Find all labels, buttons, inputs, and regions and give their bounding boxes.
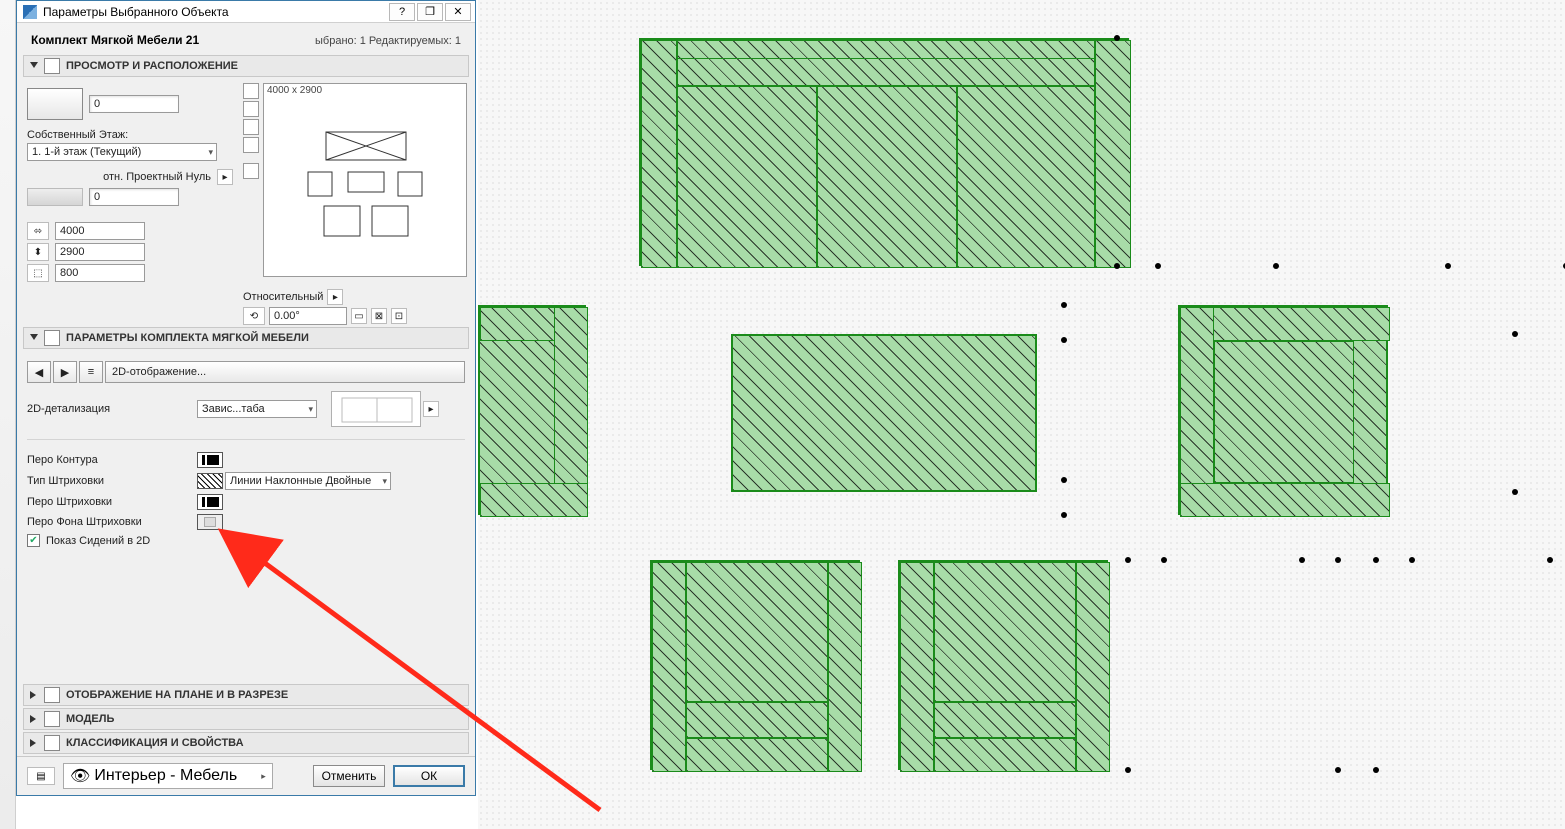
flyout-icon[interactable]: ▸ — [217, 169, 233, 185]
object-name: Комплект Мягкой Мебели 21 — [31, 33, 199, 47]
dim-b-icon: ⬍ — [27, 243, 49, 261]
classification-section-icon — [44, 735, 60, 751]
dialog-titlebar[interactable]: Параметры Выбранного Объекта ? ❐ ✕ — [17, 1, 475, 23]
app-left-edge — [0, 0, 16, 829]
section-classification-header[interactable]: КЛАССИФИКАЦИЯ И СВОЙСТВА — [23, 732, 469, 754]
home-story-value: 1. 1-й этаж (Текущий) — [32, 146, 141, 158]
detail-combo[interactable]: Завис...таба — [197, 400, 317, 418]
project-zero-label: отн. Проектный Нуль — [103, 171, 211, 183]
param-page-name[interactable]: 2D-отображение... — [105, 361, 465, 383]
elevation-input[interactable]: 0 — [89, 95, 179, 113]
mirror-y-icon[interactable]: ⊠ — [371, 308, 387, 324]
preview-mode-3d-icon[interactable] — [243, 119, 259, 135]
preview-section-icon — [44, 58, 60, 74]
section-plan-title: ОТОБРАЖЕНИЕ НА ПЛАНЕ И В РАЗРЕЗЕ — [66, 689, 288, 701]
pen-contour-picker[interactable] — [197, 452, 223, 468]
table-center[interactable] — [731, 334, 1037, 492]
eye-icon: 👁 — [70, 766, 90, 786]
project-zero-input[interactable]: 0 — [89, 188, 179, 206]
relative-flyout-icon[interactable]: ▸ — [327, 289, 343, 305]
section-model-title: МОДЕЛЬ — [66, 713, 114, 725]
hatch-type-swatch-icon — [197, 473, 223, 489]
selection-status: ыбрано: 1 Редактируемых: 1 — [315, 35, 461, 47]
chevron-right-icon — [30, 715, 38, 723]
dim-a-icon: ⬄ — [27, 222, 49, 240]
detail-flyout-icon[interactable]: ▸ — [423, 401, 439, 417]
dim-b-input[interactable]: 2900 — [55, 243, 145, 261]
hatch-type-value: Линии Наклонные Двойные — [230, 475, 371, 487]
hatch-type-label: Тип Штриховки — [27, 475, 197, 487]
relative-label: Относительный — [243, 291, 323, 303]
preview-mode-2d-icon[interactable] — [243, 83, 259, 99]
layer-combo[interactable]: 👁 Интерьер - Мебель ▸ — [63, 763, 273, 789]
window-close-button[interactable]: ✕ — [445, 3, 471, 21]
app-logo-icon — [23, 5, 37, 19]
pen-hatch-label: Перо Штриховки — [27, 496, 197, 508]
detail-label: 2D-детализация — [27, 403, 197, 415]
floor-plan-canvas[interactable] — [478, 0, 1565, 829]
preview-mode-info-icon[interactable] — [243, 163, 259, 179]
pen-hatch-bg-picker[interactable] — [197, 514, 223, 530]
ok-button-label: ОК — [421, 769, 437, 783]
chevron-down-icon — [30, 334, 38, 342]
model-section-icon — [44, 711, 60, 727]
section-plan-header[interactable]: ОТОБРАЖЕНИЕ НА ПЛАНЕ И В РАЗРЕЗЕ — [23, 684, 469, 706]
param-page-prev-button[interactable]: ◀ — [27, 361, 51, 383]
preview-mode-list-icon[interactable] — [243, 137, 259, 153]
cancel-button-label: Отменить — [322, 769, 377, 783]
params-section-icon — [44, 330, 60, 346]
section-model-header[interactable]: МОДЕЛЬ — [23, 708, 469, 730]
hatch-type-combo[interactable]: Линии Наклонные Двойные — [225, 472, 391, 490]
param-page-list-button[interactable]: ≡ — [79, 361, 103, 383]
dim-h-input[interactable]: 800 — [55, 264, 145, 282]
section-params-header[interactable]: ПАРАМЕТРЫ КОМПЛЕКТА МЯГКОЙ МЕБЕЛИ — [23, 327, 469, 349]
dim-h-icon: ⬚ — [27, 264, 49, 282]
chevron-right-icon — [30, 691, 38, 699]
anchor-preview-button[interactable] — [27, 88, 83, 120]
chair-bottom-2[interactable] — [898, 560, 1108, 770]
show-seat-2d-label: Показ Сидений в 2D — [46, 535, 150, 547]
section-preview-header[interactable]: ПРОСМОТР И РАСПОЛОЖЕНИЕ — [23, 55, 469, 77]
plan-section-icon — [44, 687, 60, 703]
preview-mode-front-icon[interactable] — [243, 101, 259, 117]
show-seat-2d-checkbox[interactable]: ✔ — [27, 534, 40, 547]
detail-value: Завис...таба — [202, 403, 265, 415]
chevron-down-icon: ▸ — [261, 771, 266, 782]
layer-name: Интерьер - Мебель — [94, 767, 237, 785]
param-page-name-label: 2D-отображение... — [112, 366, 206, 378]
chair-bottom-1[interactable] — [650, 560, 860, 770]
section-preview-title: ПРОСМОТР И РАСПОЛОЖЕНИЕ — [66, 60, 238, 72]
angle-icon: ⟲ — [243, 307, 265, 325]
chevron-down-icon — [30, 62, 38, 70]
ok-button[interactable]: ОК — [393, 765, 465, 787]
angle-input[interactable]: 0.00° — [269, 307, 347, 325]
window-restore-button[interactable]: ❐ — [417, 3, 443, 21]
chevron-right-icon — [30, 739, 38, 747]
pen-contour-label: Перо Контура — [27, 454, 197, 466]
section-params-title: ПАРАМЕТРЫ КОМПЛЕКТА МЯГКОЙ МЕБЕЛИ — [66, 332, 309, 344]
pen-hatch-picker[interactable] — [197, 494, 223, 510]
detail-thumbnail[interactable] — [331, 391, 421, 427]
mirror-x-icon[interactable]: ▭ — [351, 308, 367, 324]
object-preview[interactable]: 4000 x 2900 — [263, 83, 467, 277]
object-settings-dialog: Параметры Выбранного Объекта ? ❐ ✕ Компл… — [16, 0, 476, 796]
dialog-title: Параметры Выбранного Объекта — [43, 5, 229, 19]
pen-hatch-bg-label: Перо Фона Штриховки — [27, 516, 197, 528]
cancel-button[interactable]: Отменить — [313, 765, 385, 787]
home-story-label: Собственный Этаж: — [27, 129, 245, 141]
preview-dimensions: 4000 x 2900 — [267, 85, 322, 96]
armchair-left[interactable] — [478, 305, 586, 515]
armchair-right[interactable] — [1178, 305, 1388, 515]
home-story-combo[interactable]: 1. 1-й этаж (Текущий) — [27, 143, 217, 161]
mirror-z-icon[interactable]: ⊡ — [391, 308, 407, 324]
sofa-top[interactable] — [639, 38, 1129, 266]
param-page-next-button[interactable]: ▶ — [53, 361, 77, 383]
section-classification-title: КЛАССИФИКАЦИЯ И СВОЙСТВА — [66, 737, 244, 749]
window-help-button[interactable]: ? — [389, 3, 415, 21]
layer-icon: ▤ — [27, 767, 55, 785]
elevation-reference-icon — [27, 188, 83, 206]
dim-a-input[interactable]: 4000 — [55, 222, 145, 240]
